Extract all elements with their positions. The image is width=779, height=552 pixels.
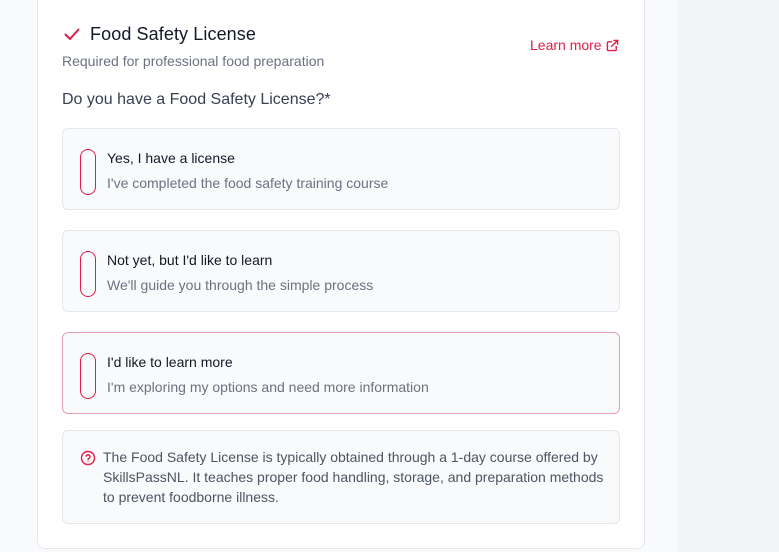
right-panel — [677, 0, 779, 552]
external-link-icon — [606, 39, 618, 51]
option-not-yet[interactable]: Not yet, but I'd like to learn We'll gui… — [62, 230, 620, 312]
option-yes-license[interactable]: Yes, I have a license I've completed the… — [62, 128, 620, 210]
learn-more-link[interactable]: Learn more — [530, 36, 619, 54]
radio-indicator[interactable] — [80, 251, 96, 297]
section-subtitle: Required for professional food preparati… — [62, 53, 325, 69]
learn-more-label: Learn more — [530, 37, 602, 53]
radio-indicator[interactable] — [80, 149, 96, 195]
option-learn-more[interactable]: I'd like to learn more I'm exploring my … — [62, 332, 620, 414]
option-title: I'd like to learn more — [107, 354, 233, 370]
radio-indicator[interactable] — [80, 353, 96, 399]
section-title: Food Safety License — [90, 24, 257, 44]
check-icon — [64, 28, 80, 40]
info-box: The Food Safety License is typically obt… — [62, 430, 620, 524]
option-title: Not yet, but I'd like to learn — [107, 252, 273, 268]
option-description: I'm exploring my options and need more i… — [107, 379, 429, 395]
option-description: We'll guide you through the simple proce… — [107, 277, 374, 293]
license-question: Do you have a Food Safety License?* — [62, 91, 331, 108]
option-title: Yes, I have a license — [107, 150, 235, 166]
option-description: I've completed the food safety training … — [107, 175, 389, 191]
info-text: The Food Safety License is typically obt… — [103, 449, 604, 505]
question-circle-icon — [80, 450, 96, 466]
